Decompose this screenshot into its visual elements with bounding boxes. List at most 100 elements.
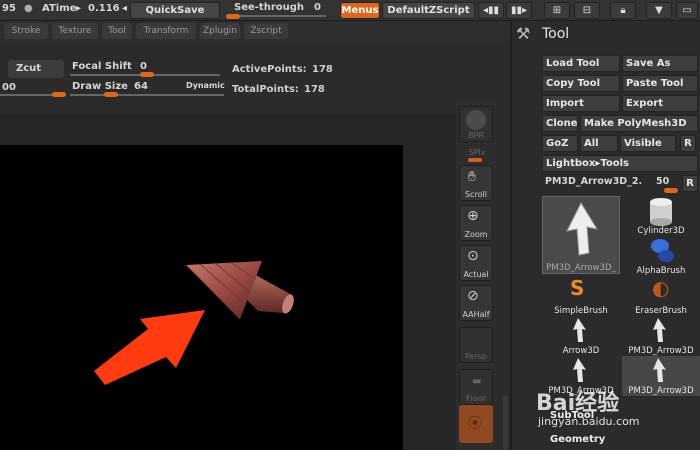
palette-title[interactable]: Tool bbox=[542, 26, 569, 42]
tab-texture[interactable]: Texture bbox=[52, 23, 98, 39]
focal-shift-knob[interactable] bbox=[140, 72, 154, 77]
tab-zscript[interactable]: Zscript bbox=[244, 23, 288, 39]
tool-thumb-arrow3d[interactable]: Arrow3D bbox=[542, 316, 620, 356]
tool-thumb-simplebrush[interactable]: S SimpleBrush bbox=[542, 276, 620, 316]
top-bar: 95 ● ATime ▸ 0.116 ◂ QuickSave See-throu… bbox=[0, 0, 700, 21]
tool-thumb-label: PM3D_Arrow3D bbox=[628, 346, 694, 356]
edit-controls: Zcut 00 Focal Shift 0 Draw Size 64 Dynam… bbox=[0, 41, 510, 101]
zoom-label: Zoom bbox=[464, 230, 488, 239]
focal-shift-slider[interactable]: Focal Shift 0 bbox=[70, 60, 222, 78]
current-tool-slider[interactable]: PM3D_Arrow3D_2. 50 bbox=[542, 175, 680, 193]
lightbox-tools-button[interactable]: Lightbox▸Tools bbox=[542, 155, 698, 172]
bpr-button[interactable]: BPR bbox=[459, 106, 493, 142]
goz-r-button[interactable]: R bbox=[680, 135, 696, 152]
quicksave-button[interactable]: QuickSave bbox=[130, 2, 220, 19]
current-tool-label: PM3D_Arrow3D_2. bbox=[545, 176, 643, 187]
simplebrush-icon: S bbox=[570, 276, 585, 300]
lsym-button[interactable]: ⦿ bbox=[459, 405, 493, 443]
tool-thumb-pm3d-arrow-selected[interactable]: PM3D_Arrow3D_ bbox=[542, 196, 620, 274]
seethrough-label: See-through bbox=[234, 2, 305, 13]
current-tool-r-button[interactable]: R bbox=[682, 175, 698, 192]
bpr-label: BPR bbox=[468, 131, 484, 140]
visible-button[interactable]: Visible bbox=[620, 135, 676, 152]
arrow3d-icon bbox=[573, 358, 586, 382]
zcut-button[interactable]: Zcut bbox=[8, 60, 64, 78]
total-points-value: 178 bbox=[304, 84, 325, 95]
tool-thumb-label: Cylinder3D bbox=[637, 226, 685, 236]
seethrough-knob[interactable] bbox=[226, 14, 240, 19]
tool-thumb-label: Arrow3D bbox=[562, 346, 600, 356]
tool-thumb-pm3d-arrow[interactable]: PM3D_Arrow3D bbox=[622, 356, 700, 396]
atime-left-icon[interactable]: ◂ bbox=[122, 3, 127, 14]
geometry-section[interactable]: Geometry bbox=[550, 434, 605, 445]
tool-thumb-pm3d-arrow[interactable]: PM3D_Arrow3D bbox=[542, 356, 620, 396]
spix-slider-knob[interactable] bbox=[468, 158, 482, 162]
dynamic-label[interactable]: Dynamic bbox=[186, 81, 225, 90]
annotation-arrow-icon bbox=[94, 310, 205, 385]
eraserbrush-icon: ◐ bbox=[652, 276, 670, 300]
layout-alt-icon[interactable]: ⊟ bbox=[574, 2, 600, 19]
goz-button[interactable]: GoZ bbox=[542, 135, 578, 152]
actual-button[interactable]: ⊙ Actual bbox=[459, 245, 493, 281]
default-zscript-button[interactable]: DefaultZScript bbox=[382, 2, 475, 19]
subtool-section[interactable]: SubTool bbox=[550, 410, 594, 421]
arrow3d-model bbox=[185, 261, 294, 320]
all-button[interactable]: All bbox=[580, 135, 618, 152]
tool-thumb-label: PM3D_Arrow3D_ bbox=[546, 263, 616, 273]
aahalf-button[interactable]: ⊘ AAHalf bbox=[459, 285, 493, 321]
seethrough-track bbox=[226, 15, 326, 17]
save-as-button[interactable]: Save As bbox=[622, 55, 698, 72]
scroll-button[interactable]: ✋︎ Scroll bbox=[459, 165, 493, 201]
seethrough-slider[interactable]: See-through 0 bbox=[226, 2, 332, 19]
tool-palette: ⚒︎ Tool Load Tool Save As Copy Tool Past… bbox=[512, 21, 700, 450]
tab-transform[interactable]: Transform bbox=[136, 23, 196, 39]
prev-icon[interactable]: ◂▮▮ bbox=[478, 2, 504, 19]
focal-shift-value: 0 bbox=[140, 61, 147, 72]
shelf-scrollbar[interactable] bbox=[503, 395, 508, 450]
left-value: 00 bbox=[2, 82, 16, 93]
tool-thumb-cylinder[interactable]: Cylinder3D bbox=[622, 196, 700, 236]
clone-button[interactable]: Clone bbox=[542, 115, 578, 132]
magnifier-aahalf-icon: ⊘ bbox=[467, 288, 479, 304]
magnifier-zoom-icon: ⊕ bbox=[467, 208, 479, 224]
next-icon[interactable]: ▮▮▸ bbox=[506, 2, 532, 19]
copy-tool-button[interactable]: Copy Tool bbox=[542, 75, 620, 92]
export-button[interactable]: Export bbox=[622, 95, 698, 112]
layout-icon[interactable]: ⊞ bbox=[544, 2, 570, 19]
window-icon[interactable]: ▭ bbox=[676, 2, 698, 19]
right-shelf: BPR SPix ✋︎ Scroll ⊕ Zoom ⊙ Actual ⊘ AAH… bbox=[456, 101, 496, 450]
tool-thumb-pm3d-arrow[interactable]: PM3D_Arrow3D bbox=[622, 316, 700, 356]
cylinder-icon bbox=[650, 198, 672, 226]
tool-thumb-label: PM3D_Arrow3D bbox=[548, 386, 614, 396]
symmetry-icon: ⦿ bbox=[468, 416, 482, 432]
draw-size-knob[interactable] bbox=[104, 92, 118, 97]
canvas[interactable] bbox=[0, 145, 403, 450]
left-slider-knob[interactable] bbox=[52, 92, 66, 97]
import-button[interactable]: Import bbox=[542, 95, 620, 112]
active-points-value: 178 bbox=[312, 64, 333, 75]
tab-zplugin[interactable]: Zplugin bbox=[200, 23, 240, 39]
tool-thumb-alphabrush[interactable]: AlphaBrush bbox=[622, 236, 700, 276]
load-tool-button[interactable]: Load Tool bbox=[542, 55, 620, 72]
document-bar bbox=[0, 101, 458, 115]
current-tool-knob[interactable] bbox=[664, 188, 678, 193]
paste-tool-button[interactable]: Paste Tool bbox=[622, 75, 698, 92]
floor-button[interactable]: ▬ Floor bbox=[459, 369, 493, 405]
tool-thumb-label: PM3D_Arrow3D bbox=[628, 386, 694, 396]
lock-icon[interactable]: 🔒︎ bbox=[610, 2, 636, 19]
floor-label: Floor bbox=[466, 394, 486, 403]
arrow3d-icon bbox=[653, 318, 666, 342]
collapse-icon[interactable]: ▼ bbox=[646, 2, 672, 19]
zoom-button[interactable]: ⊕ Zoom bbox=[459, 205, 493, 241]
dot-separator: ● bbox=[24, 3, 33, 14]
tool-thumb-eraserbrush[interactable]: ◐ EraserBrush bbox=[622, 276, 700, 316]
draw-size-slider[interactable]: Draw Size 64 Dynamic bbox=[70, 80, 226, 98]
tab-tool[interactable]: Tool bbox=[102, 23, 132, 39]
tab-stroke[interactable]: Stroke bbox=[4, 23, 48, 39]
persp-label: Persp bbox=[465, 352, 487, 361]
make-polymesh-button[interactable]: Make PolyMesh3D bbox=[580, 115, 698, 132]
menus-button[interactable]: Menus bbox=[340, 2, 380, 19]
palette-tabs: Stroke Texture Tool Transform Zplugin Zs… bbox=[0, 21, 510, 41]
atime-label: ATime bbox=[42, 3, 77, 14]
persp-button[interactable]: Persp bbox=[459, 327, 493, 363]
